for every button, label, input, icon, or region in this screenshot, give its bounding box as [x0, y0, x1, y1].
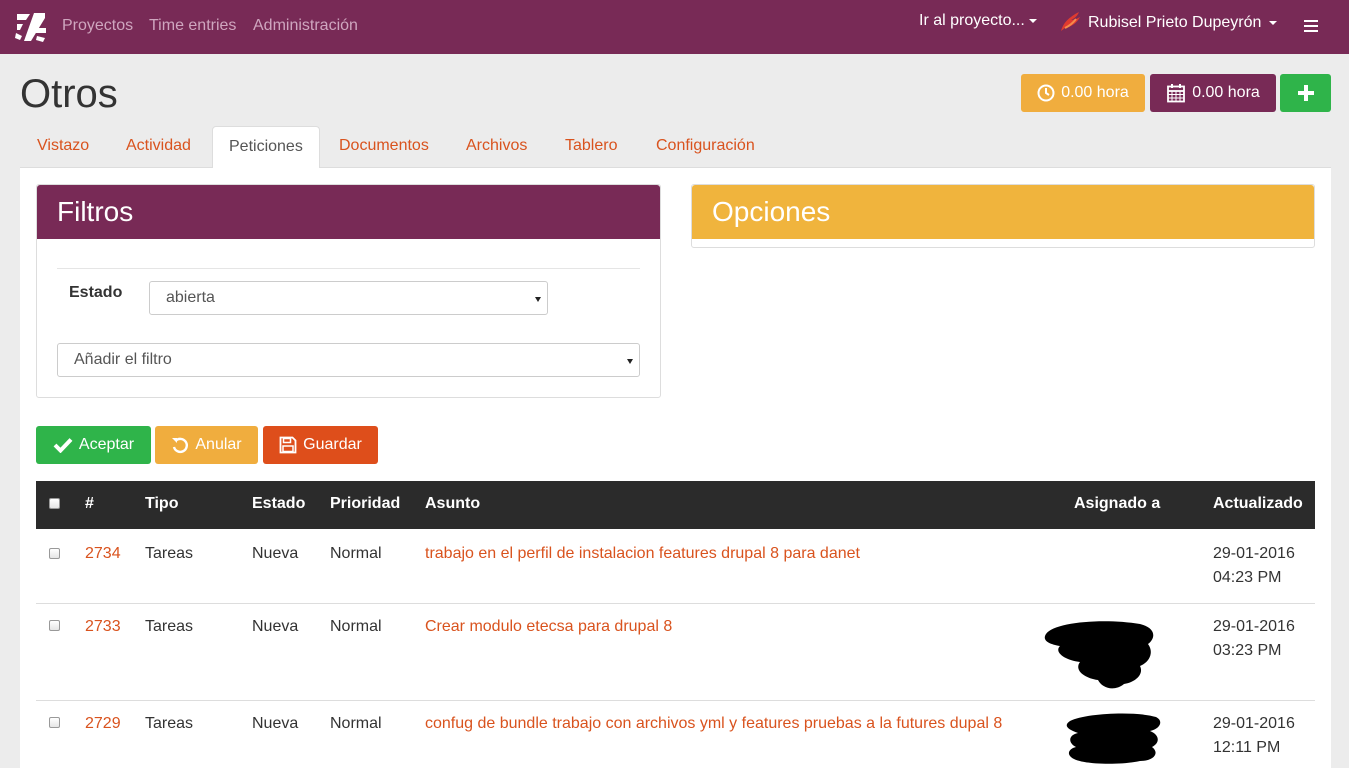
- column-header-id[interactable]: #: [85, 495, 94, 513]
- add-filter-label: Añadir el filtro: [74, 351, 172, 368]
- issue-subject-link[interactable]: Crear modulo etecsa para drupal 8: [425, 615, 672, 639]
- options-title: Opciones: [692, 185, 1314, 239]
- column-header-estado[interactable]: Estado: [252, 495, 305, 513]
- issue-updated-date: 29-01-2016: [1213, 715, 1295, 732]
- nav-link-time-entries[interactable]: Time entries: [149, 17, 236, 35]
- select-arrow-icon: [627, 359, 633, 364]
- issue-updated-time: 04:23 PM: [1213, 569, 1282, 586]
- issue-id-link[interactable]: 2729: [85, 712, 121, 736]
- filters-divider: [57, 268, 640, 269]
- issue-subject-link[interactable]: confug de bundle trabajo con archivos ym…: [425, 712, 1002, 736]
- issue-estado: Nueva: [252, 545, 299, 562]
- user-name: Rubisel Prieto Dupeyrón: [1088, 14, 1262, 31]
- column-header-tipo[interactable]: Tipo: [145, 495, 178, 513]
- clock-icon: [1037, 84, 1055, 102]
- select-all-checkbox[interactable]: [49, 498, 60, 509]
- redacted-assignee: [1066, 713, 1161, 764]
- save-label: Guardar: [303, 436, 362, 453]
- row-checkbox[interactable]: [49, 548, 60, 559]
- issue-updated-date: 29-01-2016: [1213, 618, 1295, 635]
- filters-title: Filtros: [37, 185, 660, 239]
- issue-tipo: Tareas: [145, 715, 194, 732]
- issue-estado: Nueva: [252, 618, 299, 635]
- nav-link-administracion[interactable]: Administración: [253, 17, 358, 35]
- issue-estado: Nueva: [252, 715, 299, 732]
- tab-documentos[interactable]: Documentos: [323, 126, 445, 168]
- nav-link-proyectos[interactable]: Proyectos: [62, 17, 133, 35]
- tab-configuracion[interactable]: Configuración: [640, 126, 771, 168]
- time-spent-label: 0.00 hora: [1061, 84, 1129, 101]
- redacted-assignee: [1044, 621, 1154, 689]
- top-navbar: Proyectos Time entries Administración Ir…: [0, 0, 1349, 54]
- issue-id-link[interactable]: 2734: [85, 542, 121, 566]
- time-logged-button[interactable]: 0.00 hora: [1150, 74, 1276, 112]
- plus-icon: [1297, 85, 1314, 101]
- app-logo-icon[interactable]: [14, 10, 48, 44]
- issue-prioridad: Normal: [330, 618, 382, 635]
- tab-tablero[interactable]: Tablero: [549, 126, 633, 168]
- row-checkbox[interactable]: [49, 717, 60, 728]
- chevron-down-icon: [1028, 18, 1037, 23]
- accept-button[interactable]: Aceptar: [36, 426, 151, 464]
- issue-tipo: Tareas: [145, 545, 194, 562]
- issue-updated-time: 12:11 PM: [1213, 739, 1281, 756]
- time-logged-label: 0.00 hora: [1192, 84, 1260, 101]
- table-row: 2733 Tareas Nueva Normal Crear modulo et…: [36, 604, 1315, 701]
- page-title: Otros: [20, 72, 118, 116]
- time-spent-button[interactable]: 0.00 hora: [1021, 74, 1145, 112]
- filter-status-value: abierta: [166, 289, 215, 306]
- accept-label: Aceptar: [78, 436, 135, 453]
- column-header-prioridad[interactable]: Prioridad: [330, 495, 400, 513]
- add-new-button[interactable]: [1280, 74, 1331, 112]
- tab-peticiones[interactable]: Peticiones: [212, 126, 320, 169]
- column-header-actualizado[interactable]: Actualizado: [1213, 495, 1303, 513]
- filter-status-select[interactable]: abierta: [149, 281, 548, 315]
- check-icon: [53, 438, 73, 453]
- undo-icon: [172, 437, 189, 454]
- filter-status-label: Estado: [69, 284, 123, 301]
- reset-button[interactable]: Anular: [155, 426, 258, 464]
- issues-table-header: # Tipo Estado Prioridad Asunto Asignado …: [36, 481, 1315, 529]
- issue-updated-time: 03:23 PM: [1213, 642, 1282, 659]
- issue-subject-link[interactable]: trabajo en el perfil de instalacion feat…: [425, 542, 860, 566]
- add-filter-select[interactable]: Añadir el filtro: [57, 343, 640, 377]
- project-tabs: Vistazo Actividad Peticiones Documentos …: [20, 126, 1331, 169]
- user-avatar-icon[interactable]: [1057, 9, 1083, 35]
- issue-id-link[interactable]: 2733: [85, 615, 121, 639]
- issue-prioridad: Normal: [330, 715, 382, 732]
- column-header-asignado[interactable]: Asignado a: [1074, 495, 1160, 513]
- floppy-disk-icon: [279, 436, 297, 454]
- tab-vistazo[interactable]: Vistazo: [21, 126, 105, 168]
- project-jump-label: Ir al proyecto...: [919, 12, 1025, 29]
- chevron-down-icon: [1269, 20, 1278, 25]
- tab-archivos[interactable]: Archivos: [450, 126, 543, 168]
- table-row: 2734 Tareas Nueva Normal trabajo en el p…: [36, 529, 1315, 604]
- column-header-asunto[interactable]: Asunto: [425, 495, 480, 513]
- table-row: 2729 Tareas Nueva Normal confug de bundl…: [36, 701, 1315, 768]
- calendar-icon: [1167, 84, 1186, 103]
- project-jump-dropdown[interactable]: Ir al proyecto...: [919, 12, 1037, 30]
- issue-prioridad: Normal: [330, 545, 382, 562]
- tab-actividad[interactable]: Actividad: [110, 126, 207, 168]
- issue-tipo: Tareas: [145, 618, 194, 635]
- hamburger-menu-icon[interactable]: [1304, 20, 1318, 33]
- issue-updated-date: 29-01-2016: [1213, 545, 1295, 562]
- options-panel[interactable]: Opciones: [691, 184, 1315, 248]
- save-button[interactable]: Guardar: [263, 426, 378, 464]
- select-arrow-icon: [535, 297, 541, 302]
- user-menu-dropdown[interactable]: Rubisel Prieto Dupeyrón: [1088, 14, 1278, 32]
- reset-label: Anular: [195, 436, 242, 453]
- row-checkbox[interactable]: [49, 620, 60, 631]
